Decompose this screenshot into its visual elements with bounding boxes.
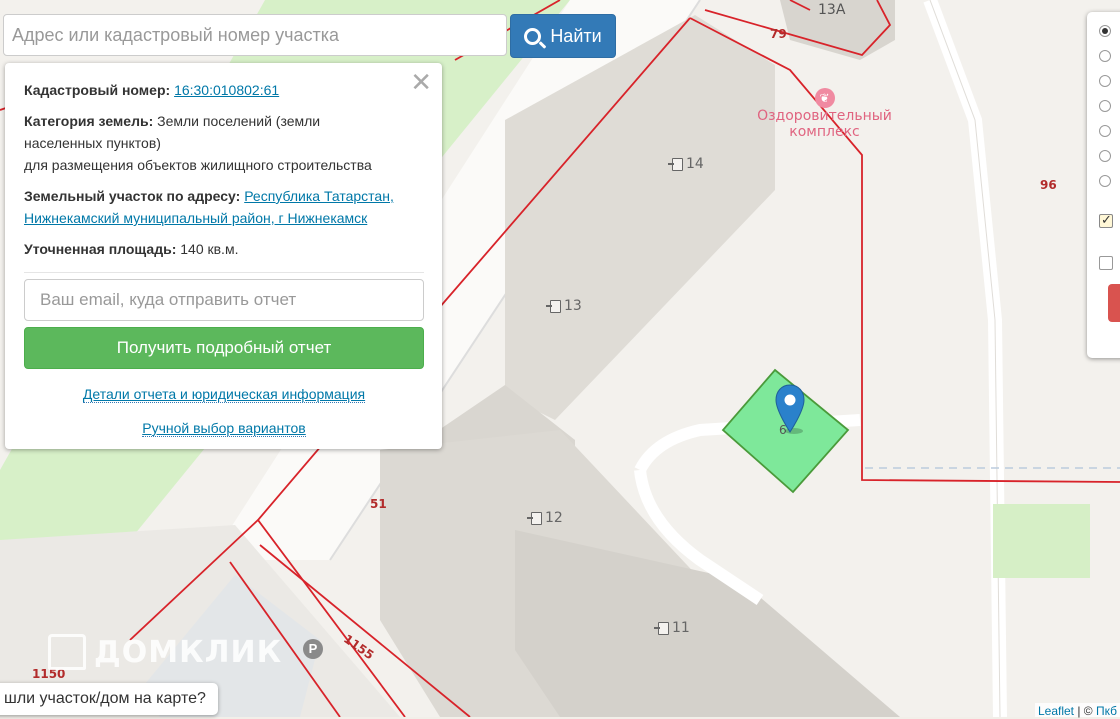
cadastral-number-row: Кадастровый номер: 16:30:010802:61 [24,82,280,98]
layer-radio-3[interactable] [1099,75,1111,87]
cadastral-label-79: 79 [770,27,787,41]
entrance-icon [668,157,683,171]
manual-selection-link[interactable]: Ручной выбор вариантов [24,417,424,439]
layer-radio-4[interactable] [1099,100,1111,112]
divider [24,272,424,273]
building-entrance-12: 12 [527,510,563,526]
email-field[interactable] [24,279,424,321]
map-attribution: Leaflet | © Пкб [1034,703,1120,718]
layer-radio-2[interactable] [1099,50,1111,62]
address-row: Земельный участок по адресу: Республика … [24,188,394,226]
area-row: Уточненная площадь: 140 кв.м. [24,241,239,257]
building-number: 12 [545,510,563,526]
layer-action-button[interactable] [1108,284,1120,322]
building-number: 14 [686,156,704,172]
found-parcel-prompt[interactable]: шли участок/дом на карте? [0,683,218,715]
layer-checkbox-1[interactable] [1099,212,1113,228]
close-icon[interactable]: ✕ [410,67,432,97]
get-report-button[interactable]: Получить подробный отчет [24,327,424,369]
cadastral-label-96: 96 [1040,178,1057,192]
parking-icon: P [303,639,323,659]
layer-radio-5[interactable] [1099,125,1111,137]
building-number: 11 [672,620,690,636]
search-bar: Найти [3,14,616,58]
building-entrance-13: 13 [546,298,582,314]
layer-radio-6[interactable] [1099,150,1111,162]
report-details-link[interactable]: Детали отчета и юридическая информация [24,383,424,405]
cadastral-label-51: 51 [370,497,387,511]
provider-link[interactable]: Пкб [1096,704,1117,718]
search-icon [524,27,542,45]
building-number-13a: 13А [818,2,846,18]
layer-checkbox-2[interactable] [1099,256,1113,270]
map-marker-icon[interactable] [774,384,806,434]
layer-radio-7[interactable] [1099,175,1111,187]
entrance-icon [654,621,669,635]
building-entrance-14: 14 [668,156,704,172]
land-category-row: Категория земель: Земли поселений (земли… [24,113,372,173]
poi-wellness-complex[interactable]: ❦ Оздоровительный комплекс [752,88,897,140]
domclick-watermark: ДОМКЛИК [48,634,282,670]
search-button[interactable]: Найти [510,14,616,58]
cadastral-number-link[interactable]: 16:30:010802:61 [174,82,279,98]
leaflet-link[interactable]: Leaflet [1038,704,1074,718]
search-input[interactable] [3,14,507,56]
spa-icon: ❦ [814,88,835,108]
search-button-label: Найти [550,25,602,46]
building-number: 13 [564,298,582,314]
layer-radio-1[interactable] [1099,25,1111,37]
entrance-icon [527,511,542,525]
entrance-icon [546,299,561,313]
parcel-info-popup: ✕ Кадастровый номер: 16:30:010802:61 Кат… [5,63,442,449]
layers-control [1087,12,1120,358]
poi-label: Оздоровительный комплекс [757,108,892,140]
house-icon [48,634,86,670]
building-entrance-11: 11 [654,620,690,636]
